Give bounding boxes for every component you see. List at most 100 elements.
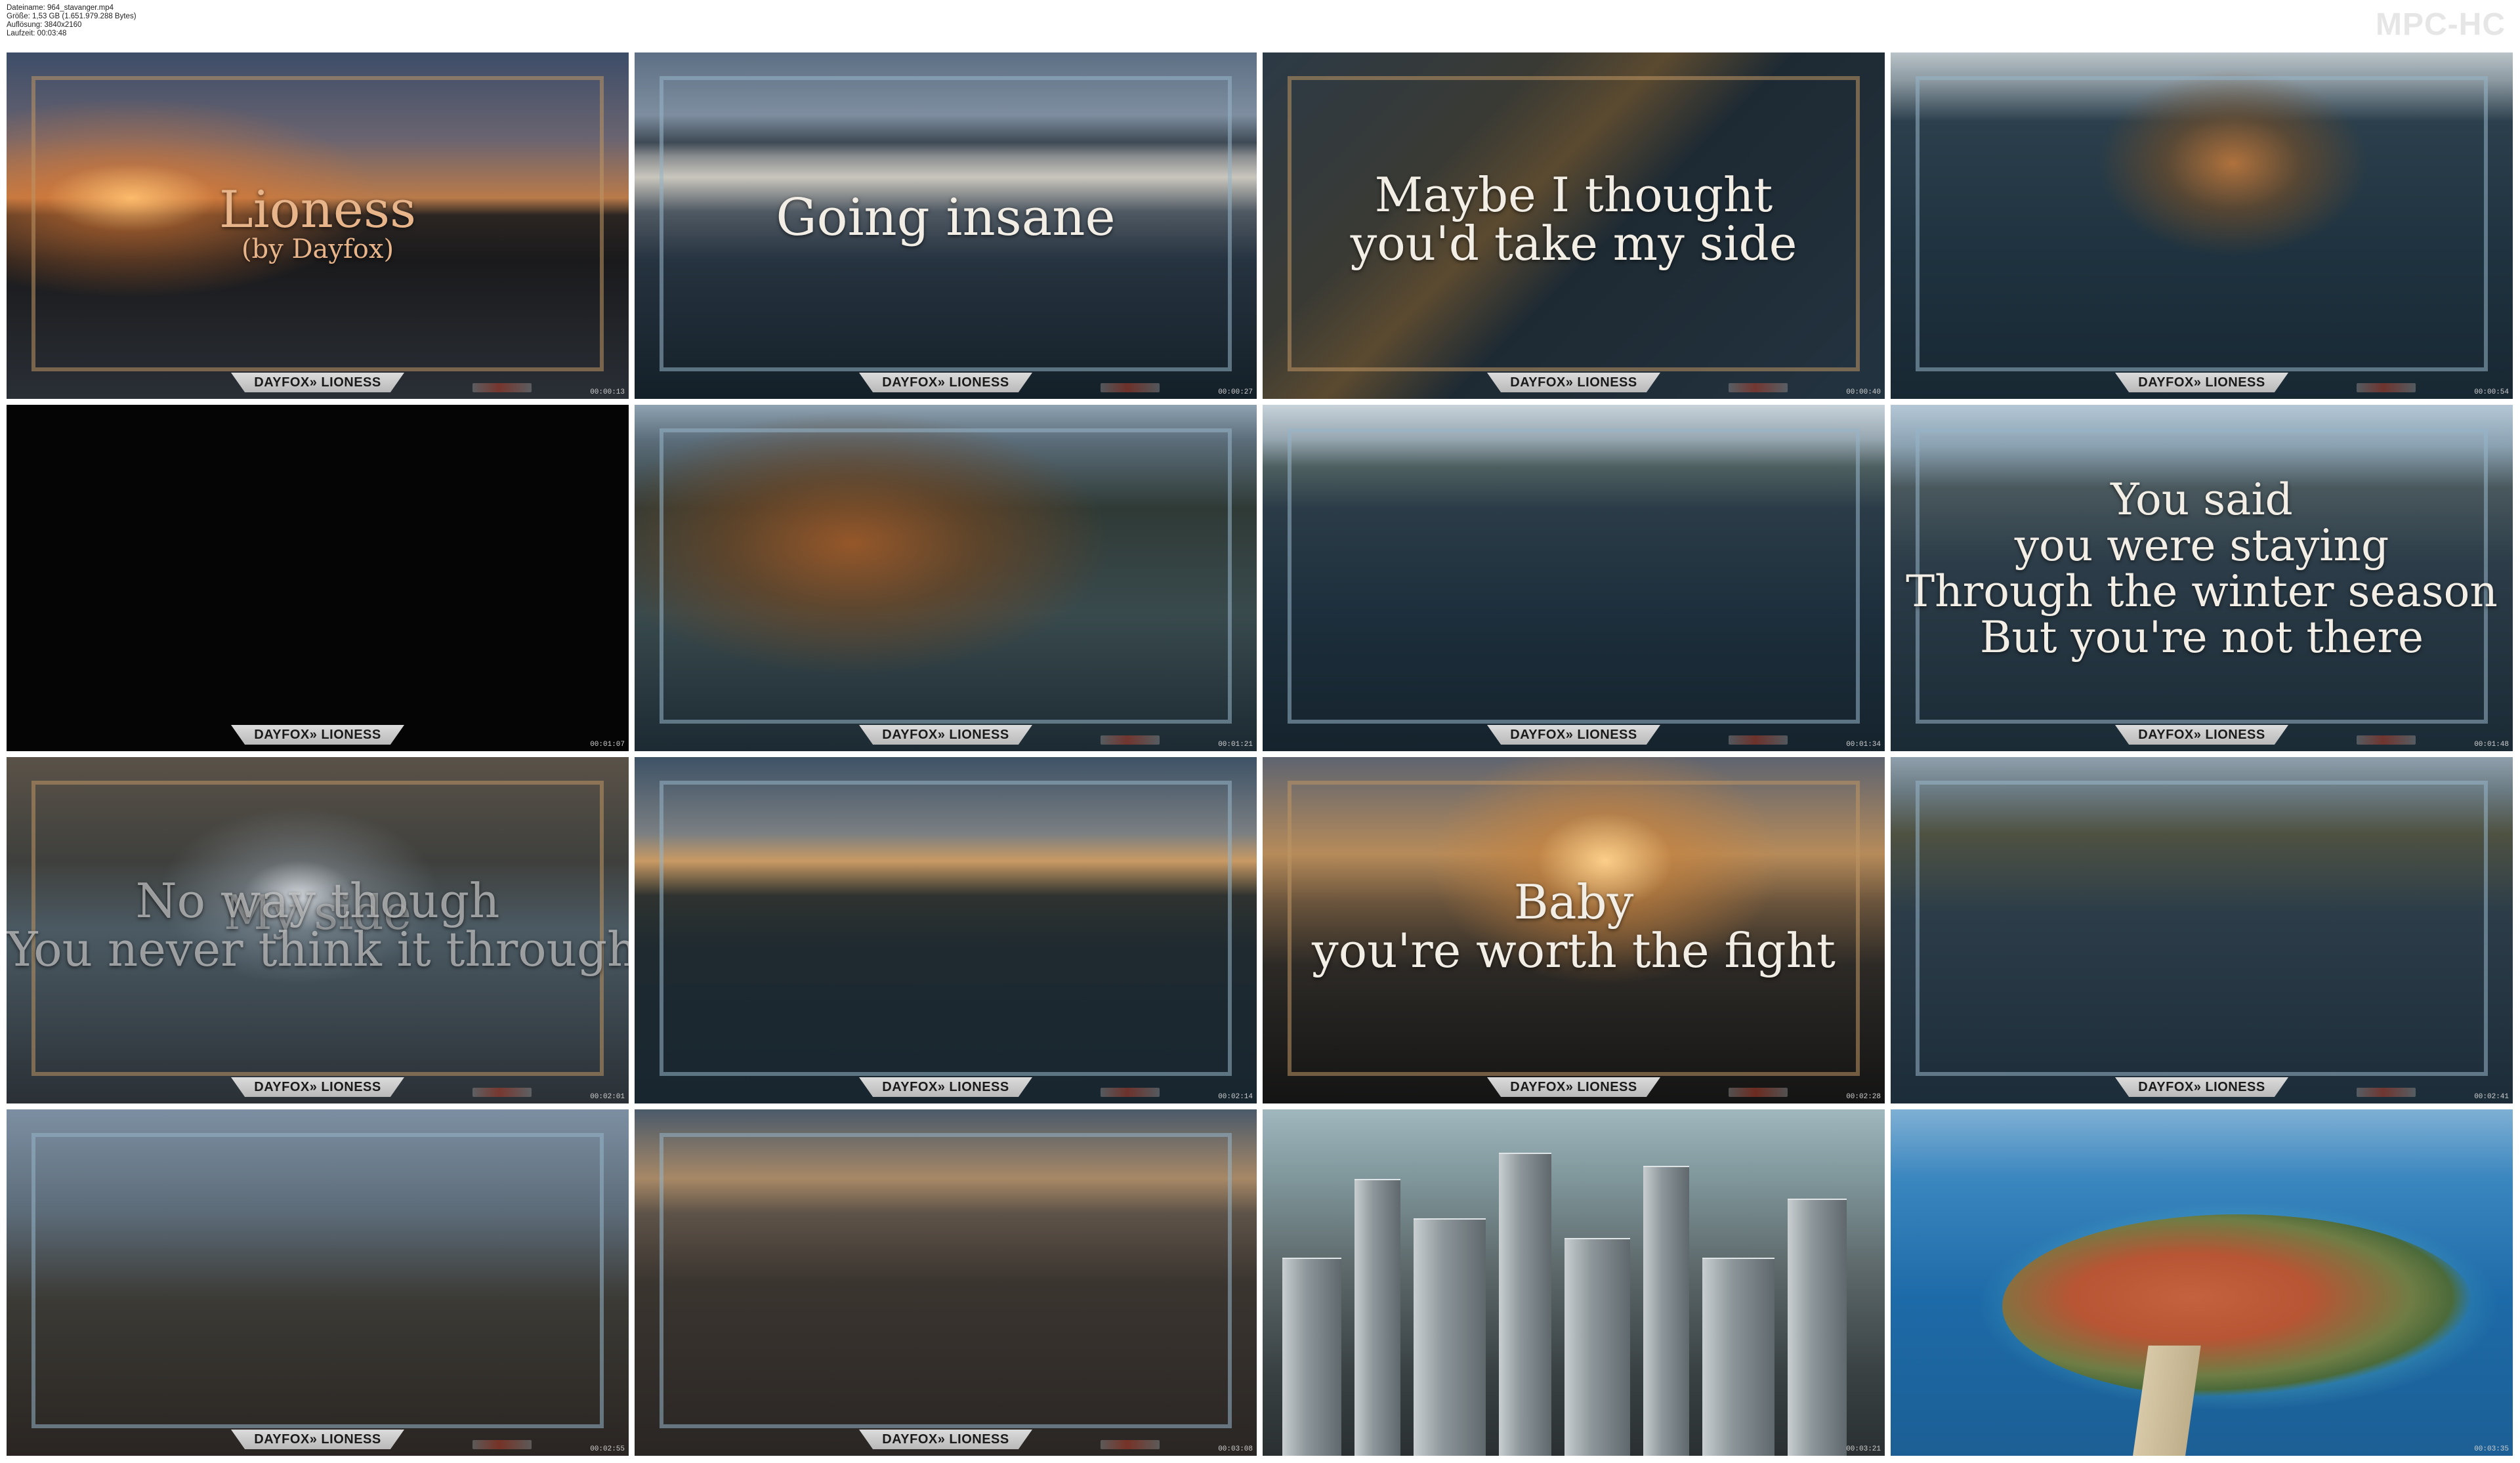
title-banner: DAYFOX» LIONESS	[231, 373, 404, 392]
thumbnail-timestamp: 00:02:14	[1218, 1093, 1253, 1101]
resolution-info: Auflösung: 3840x2160	[7, 21, 82, 29]
watermark-logo	[1729, 1088, 1788, 1097]
scene-city-dusk	[635, 1109, 1257, 1456]
skyscraper	[1282, 1258, 1341, 1456]
lyric-line: Maybe I thought	[1374, 167, 1773, 222]
app-brand-logo: MPC-HC	[2376, 7, 2506, 42]
watermark-logo	[2357, 383, 2416, 392]
skyscraper	[1499, 1153, 1551, 1456]
watermark-logo	[1729, 735, 1788, 745]
thumbnail-4[interactable]: DAYFOX» LIONESS 00:00:54	[1891, 52, 2513, 399]
lyric-text: Maybe I thought you'd take my side	[1263, 171, 1885, 268]
scene-sailboats	[635, 757, 1257, 1103]
thumbnail-7[interactable]: DAYFOX» LIONESS 00:01:34	[1263, 405, 1885, 751]
title-banner: DAYFOX» LIONESS	[231, 1077, 404, 1097]
thumbnail-13[interactable]: DAYFOX» LIONESS 00:02:55	[7, 1109, 629, 1456]
skyscraper	[1702, 1258, 1774, 1456]
watermark-logo	[2357, 735, 2416, 745]
thumbnail-2[interactable]: Going insane DAYFOX» LIONESS 00:00:27	[635, 52, 1257, 399]
title-banner: DAYFOX» LIONESS	[1487, 1077, 1660, 1097]
watermark-logo	[1101, 735, 1160, 745]
lyric-line: you're worth the fight	[1312, 923, 1836, 978]
title-banner: DAYFOX» LIONESS	[859, 1430, 1032, 1449]
thumbnail-sheet: Dateiname: 964_stavanger.mp4 Größe: 1,53…	[0, 0, 2520, 1463]
thumbnail-1[interactable]: Lioness (by Dayfox) DAYFOX» LIONESS 00:0…	[7, 52, 629, 399]
song-title: Lioness	[219, 180, 417, 239]
scene-autumn-hill	[635, 405, 1257, 751]
lyric-line: Going insane	[776, 188, 1116, 247]
thumbnail-15[interactable]: 00:03:21	[1263, 1109, 1885, 1456]
thumbnail-14[interactable]: DAYFOX» LIONESS 00:03:08	[635, 1109, 1257, 1456]
title-banner: DAYFOX» LIONESS	[2115, 725, 2288, 745]
skyscraper	[1788, 1199, 1847, 1456]
thumbnail-timestamp: 00:00:13	[590, 388, 625, 396]
song-artist: (by Dayfox)	[241, 234, 394, 264]
scene-skyscrapers	[1263, 1109, 1885, 1456]
scene-black-frame	[7, 405, 629, 751]
title-banner: DAYFOX» LIONESS	[1487, 725, 1660, 745]
scene-marina-wide	[1891, 757, 2513, 1103]
skyscraper	[1564, 1238, 1630, 1456]
thumbnail-timestamp: 00:02:55	[590, 1445, 625, 1453]
lyric-line: you were staying	[2014, 520, 2389, 571]
thumbnail-timestamp: 00:00:27	[1218, 388, 1253, 396]
thumbnail-timestamp: 00:03:21	[1846, 1445, 1881, 1453]
lyric-line: Baby	[1513, 875, 1634, 930]
thumbnail-9[interactable]: My side No way though You never think it…	[7, 757, 629, 1103]
watermark-logo	[1729, 383, 1788, 392]
scene-boat-docks	[1263, 405, 1885, 751]
thumbnail-timestamp: 00:01:48	[2474, 741, 2509, 749]
watermark-logo	[1101, 1440, 1160, 1449]
lyric-line: Through the winter season	[1906, 566, 2498, 617]
thumbnail-5[interactable]: DAYFOX» LIONESS 00:01:07	[7, 405, 629, 751]
title-banner: DAYFOX» LIONESS	[2115, 373, 2288, 392]
scene-aerial-harbor	[1891, 52, 2513, 399]
thumbnail-timestamp: 00:01:07	[590, 741, 625, 749]
thumbnail-timestamp: 00:03:08	[1218, 1445, 1253, 1453]
skyscraper	[1414, 1218, 1486, 1456]
title-card: Lioness (by Dayfox)	[7, 184, 629, 262]
thumbnail-16[interactable]: 00:03:35	[1891, 1109, 2513, 1456]
thumbnail-timestamp: 00:02:41	[2474, 1093, 2509, 1101]
thumbnail-timestamp: 00:02:28	[1846, 1093, 1881, 1101]
thumbnail-grid: Lioness (by Dayfox) DAYFOX» LIONESS 00:0…	[7, 52, 2513, 1458]
title-banner: DAYFOX» LIONESS	[859, 1077, 1032, 1097]
skyscraper	[1354, 1179, 1400, 1456]
thumbnail-12[interactable]: DAYFOX» LIONESS 00:02:41	[1891, 757, 2513, 1103]
lyric-line: You never think it through	[7, 922, 629, 977]
lyric-text: Baby you're worth the fight	[1263, 878, 1885, 975]
file-size-info: Größe: 1,53 GB (1.651.979.288 Bytes)	[7, 12, 136, 20]
thumbnail-timestamp: 00:02:01	[590, 1093, 625, 1101]
thumbnail-3[interactable]: Maybe I thought you'd take my side DAYFO…	[1263, 52, 1885, 399]
thumbnail-10[interactable]: DAYFOX» LIONESS 00:02:14	[635, 757, 1257, 1103]
thumbnail-timestamp: 00:01:34	[1846, 741, 1881, 749]
thumbnail-8[interactable]: You said you were staying Through the wi…	[1891, 405, 2513, 751]
watermark-logo	[472, 1440, 532, 1449]
title-banner: DAYFOX» LIONESS	[859, 373, 1032, 392]
title-banner: DAYFOX» LIONESS	[231, 725, 404, 745]
file-name-info: Dateiname: 964_stavanger.mp4	[7, 4, 114, 12]
lyric-line: No way though	[135, 873, 500, 928]
thumbnail-timestamp: 00:00:54	[2474, 388, 2509, 396]
lyric-text: You said you were staying Through the wi…	[1891, 477, 2513, 661]
lyric-line: You said	[2110, 474, 2293, 525]
thumbnail-6[interactable]: DAYFOX» LIONESS 00:01:21	[635, 405, 1257, 751]
thumbnail-timestamp: 00:01:21	[1218, 741, 1253, 749]
thumbnail-timestamp: 00:03:35	[2474, 1445, 2509, 1453]
watermark-logo	[2357, 1088, 2416, 1097]
lyric-text: Going insane	[635, 190, 1257, 245]
duration-info: Laufzeit: 00:03:48	[7, 30, 67, 37]
title-banner: DAYFOX» LIONESS	[2115, 1077, 2288, 1097]
scene-island-aerial	[1891, 1109, 2513, 1456]
lyric-line: But you're not there	[1979, 612, 2424, 663]
watermark-logo	[1101, 383, 1160, 392]
lyric-text: No way though You never think it through	[7, 876, 629, 974]
lyric-line: you'd take my side	[1350, 216, 1797, 271]
watermark-logo	[472, 383, 532, 392]
skyscraper	[1643, 1166, 1689, 1456]
scene-industrial-ruins	[7, 1109, 629, 1456]
title-banner: DAYFOX» LIONESS	[1487, 373, 1660, 392]
thumbnail-11[interactable]: Baby you're worth the fight DAYFOX» LION…	[1263, 757, 1885, 1103]
sheet-header: Dateiname: 964_stavanger.mp4 Größe: 1,53…	[0, 0, 2520, 51]
title-banner: DAYFOX» LIONESS	[231, 1430, 404, 1449]
